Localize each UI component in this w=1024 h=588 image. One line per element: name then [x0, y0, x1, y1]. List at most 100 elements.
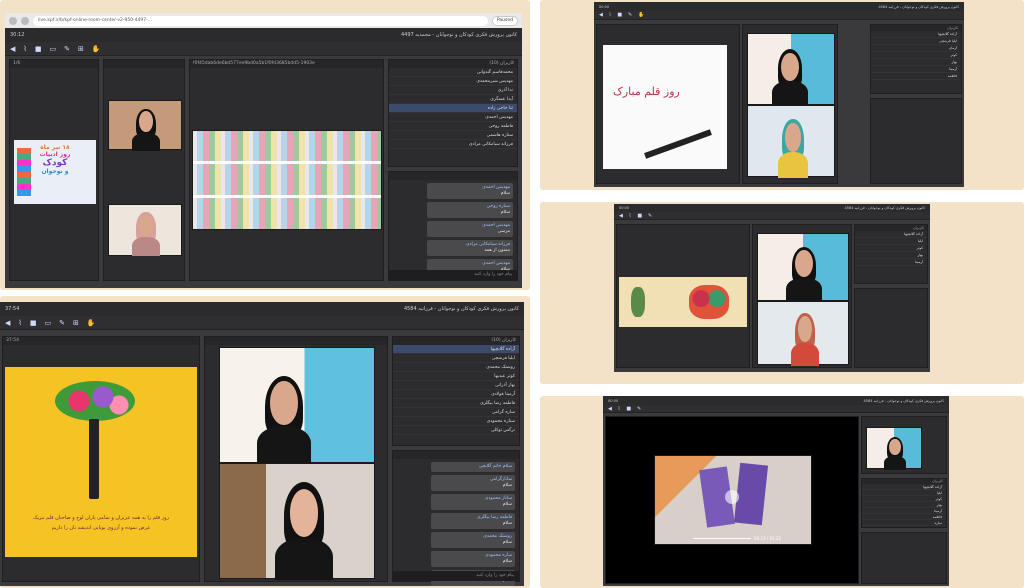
- user-row[interactable]: آرمیتا: [871, 66, 961, 73]
- user-row[interactable]: فرزانه سیامکانی مرادی: [389, 140, 517, 149]
- mic-icon[interactable]: ⌇: [18, 319, 21, 327]
- speaker-icon[interactable]: ◀: [619, 213, 623, 219]
- hand-icon[interactable]: ✋: [638, 12, 644, 18]
- webcam-panel: [752, 224, 852, 368]
- add-icon[interactable]: ⊞: [78, 45, 84, 53]
- user-row[interactable]: کوثر: [855, 245, 927, 252]
- webcam-header: [205, 337, 387, 345]
- webcam-video-1[interactable]: [747, 33, 835, 106]
- user-row[interactable]: آیدا عسگری: [389, 95, 517, 104]
- screen-share-icon[interactable]: ▭: [49, 45, 56, 53]
- timer: 37:54: [5, 306, 20, 312]
- user-row[interactable]: کوثر: [871, 52, 961, 59]
- chat-message: فاطمه رضا بیگلری سلام: [430, 513, 515, 529]
- screen-share-icon[interactable]: ▭: [44, 319, 51, 327]
- user-row[interactable]: ثنا حاجی زاده: [389, 104, 517, 113]
- top-bar: 37:54 کانون پرورش فکری کودکان و نوجوانان…: [0, 302, 524, 316]
- timer: 00:00: [619, 206, 630, 210]
- bookshelf-video[interactable]: [192, 130, 382, 230]
- back-icon[interactable]: [9, 16, 17, 25]
- webcam-video-1[interactable]: [866, 427, 922, 470]
- webcam-video-2[interactable]: [219, 463, 375, 580]
- toolbar: ◀ ⌇ ■ ✎ ✋: [594, 11, 964, 20]
- play-icon[interactable]: [725, 490, 739, 504]
- webcam-video-2[interactable]: [757, 301, 849, 366]
- user-row[interactable]: آزاده گلابچیها: [855, 231, 927, 238]
- mic-icon[interactable]: ⌇: [23, 45, 26, 53]
- user-row[interactable]: مهدیس شیرمحمدی: [389, 77, 517, 86]
- meeting-window-b: 00:00 کانون پرورش فکری کودکان و نوجوانان…: [594, 2, 964, 187]
- video-progress[interactable]: [693, 538, 751, 539]
- user-row[interactable]: بهار: [871, 59, 961, 66]
- camera-icon[interactable]: ■: [637, 213, 642, 219]
- user-row[interactable]: ایلیا فرشچی: [871, 38, 961, 45]
- refresh-icon[interactable]: [21, 16, 29, 25]
- user-row[interactable]: مهدیس احمدی: [389, 113, 517, 122]
- user-row[interactable]: روشنک محمدی: [393, 363, 519, 372]
- room-title: کانون پرورش فکری کودکان و نوجوانان - فرز…: [863, 398, 944, 403]
- chat-header: [393, 451, 519, 459]
- speaker-icon[interactable]: ◀: [608, 406, 612, 412]
- pen-icon[interactable]: ✎: [64, 45, 70, 53]
- camera-icon[interactable]: ■: [626, 406, 631, 412]
- user-row[interactable]: نرگس توکلی: [393, 426, 519, 435]
- camera-icon[interactable]: ■: [35, 45, 42, 53]
- camera-icon[interactable]: ■: [617, 12, 622, 18]
- user-row[interactable]: فاطمه: [871, 73, 961, 80]
- user-row[interactable]: بهار: [855, 252, 927, 259]
- webcam-video-2[interactable]: [747, 105, 835, 178]
- mic-icon[interactable]: ⌇: [618, 406, 620, 412]
- toolbar: ◀ ⌇ ■ ▭ ✎ ⊞ ✋: [5, 42, 522, 56]
- user-row[interactable]: آزاده گلابچیها: [393, 345, 519, 354]
- webcam-video-2[interactable]: [108, 204, 182, 256]
- user-row[interactable]: ستاره محمودی: [393, 417, 519, 426]
- user-row[interactable]: آرمیتا فولادی: [393, 390, 519, 399]
- user-row[interactable]: آرمیتا: [855, 259, 927, 266]
- pen-icon[interactable]: ✎: [59, 319, 65, 327]
- toolbar: ◀ ⌇ ■ ▭ ✎ ⊞ ✋: [0, 316, 524, 330]
- user-row[interactable]: محمدقاسم گندوانی: [389, 68, 517, 77]
- chat-input[interactable]: پیام خود را وارد کنید: [389, 270, 517, 280]
- book-stack-icon: [17, 148, 31, 196]
- url-bar[interactable]: live.kpf.ir/b/kpf-online-room-center-v2-…: [33, 15, 488, 26]
- webcam-video-1[interactable]: [219, 347, 375, 464]
- user-row[interactable]: ساره: [862, 520, 946, 526]
- chat-input[interactable]: پیام خود را وارد کنید: [393, 571, 519, 581]
- pen-icon[interactable]: ✎: [628, 12, 632, 18]
- user-row[interactable]: ایلیا فرشچی: [393, 354, 519, 363]
- pen-icon[interactable]: ✎: [648, 213, 652, 219]
- craft-video[interactable]: 00:13 / 01:32: [654, 455, 812, 545]
- user-row[interactable]: بهار آذرانی: [393, 381, 519, 390]
- mic-icon[interactable]: ⌇: [609, 12, 611, 18]
- user-row[interactable]: فاطمه رضا بیگلری: [393, 399, 519, 408]
- chat-message: روشنک محمدی سلام: [430, 532, 515, 548]
- top-bar: 00:00 کانون پرورش فکری کودکان و نوجوانان…: [594, 2, 964, 11]
- add-icon[interactable]: ⊞: [73, 319, 79, 327]
- webcam-video-1[interactable]: [108, 100, 182, 151]
- mic-icon[interactable]: ⌇: [629, 213, 631, 219]
- user-row[interactable]: آزاده گلابچیها: [871, 31, 961, 38]
- user-row[interactable]: آرمان: [871, 45, 961, 52]
- meeting-window-c: 00:00 کانون پرورش فکری کودکان و نوجوانان…: [614, 204, 930, 372]
- webcam-video-1[interactable]: [757, 233, 849, 302]
- user-row[interactable]: ندا آذری: [389, 86, 517, 95]
- speaker-icon[interactable]: ◀: [599, 12, 603, 18]
- meeting-window-d: 00:00 کانون پرورش فکری کودکان و نوجوانان…: [603, 396, 949, 586]
- top-bar: 00:00 کانون پرورش فکری کودکان و نوجوانان…: [603, 396, 949, 405]
- chat-panel: مهدیس احمدی سلام ستاره روحی سلام مهدیس احم…: [388, 171, 518, 281]
- camera-icon[interactable]: ■: [30, 319, 37, 327]
- user-row[interactable]: ایلیا: [855, 238, 927, 245]
- speaker-icon[interactable]: ◀: [5, 319, 10, 327]
- hand-icon[interactable]: ✋: [92, 45, 101, 53]
- user-row[interactable]: کوثر عبدیها: [393, 372, 519, 381]
- user-row[interactable]: فاطمه روحی: [389, 122, 517, 131]
- speaker-icon[interactable]: ◀: [10, 45, 15, 53]
- pen-icon[interactable]: ✎: [637, 406, 641, 412]
- user-row[interactable]: ساره گرامی: [393, 408, 519, 417]
- timer: 00:00: [608, 398, 619, 403]
- hand-icon[interactable]: ✋: [87, 319, 96, 327]
- profile-button[interactable]: Paused: [491, 15, 518, 26]
- webcam-panel: [742, 24, 838, 184]
- user-row[interactable]: ستاره هاشمی: [389, 131, 517, 140]
- timer: 30:12: [10, 32, 25, 38]
